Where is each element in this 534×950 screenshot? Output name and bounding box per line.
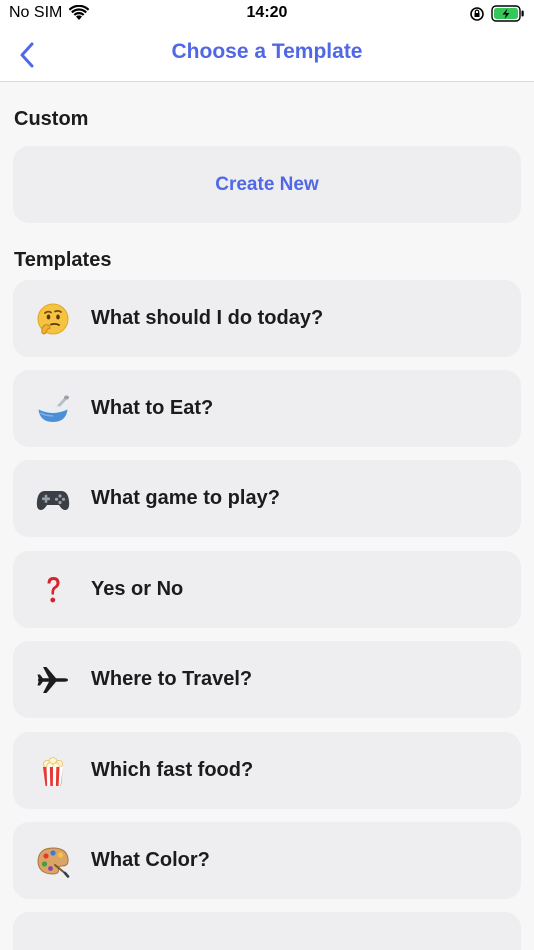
template-row-what-should-i-do-today[interactable]: What should I do today?	[13, 280, 521, 357]
template-label: Yes or No	[91, 578, 184, 600]
template-row-which-fast-food[interactable]: Which fast food?	[13, 732, 521, 809]
status-time: 14:20	[246, 4, 288, 21]
template-label: What Color?	[91, 849, 210, 871]
page-title: Choose a Template	[171, 40, 363, 63]
thinking-face-icon	[36, 302, 70, 336]
airplane-icon	[36, 663, 70, 697]
custom-section-header: Custom	[14, 108, 89, 130]
status-bar: No SIM 14:20	[0, 0, 534, 28]
palette-icon	[36, 844, 70, 878]
template-row-what-color[interactable]: What Color?	[13, 822, 521, 899]
orientation-lock-icon	[470, 6, 484, 21]
template-label: What game to play?	[91, 487, 280, 509]
template-list-screen: Custom Create New Templates What should …	[0, 82, 534, 950]
navigation-bar: Choose a Template	[0, 28, 534, 82]
templates-section-header: Templates	[14, 249, 112, 271]
battery-charging-icon	[491, 5, 524, 22]
template-row-where-to-travel[interactable]: Where to Travel?	[13, 641, 521, 718]
create-new-label: Create New	[215, 173, 319, 195]
template-row-what-to-eat[interactable]: What to Eat?	[13, 370, 521, 447]
template-row-what-game-to-play[interactable]: What game to play?	[13, 460, 521, 537]
template-label: What should I do today?	[91, 307, 324, 329]
template-label: What to Eat?	[91, 397, 214, 419]
game-controller-icon	[36, 482, 70, 516]
popcorn-icon	[36, 754, 70, 788]
template-label: Which fast food?	[91, 759, 254, 781]
template-row-yes-or-no[interactable]: Yes or No	[13, 551, 521, 628]
template-label: Where to Travel?	[91, 668, 253, 690]
template-row-partial[interactable]	[13, 912, 521, 950]
bowl-icon	[36, 392, 70, 426]
question-mark-icon	[36, 573, 70, 607]
create-new-button[interactable]: Create New	[13, 146, 521, 223]
status-right	[469, 5, 525, 22]
